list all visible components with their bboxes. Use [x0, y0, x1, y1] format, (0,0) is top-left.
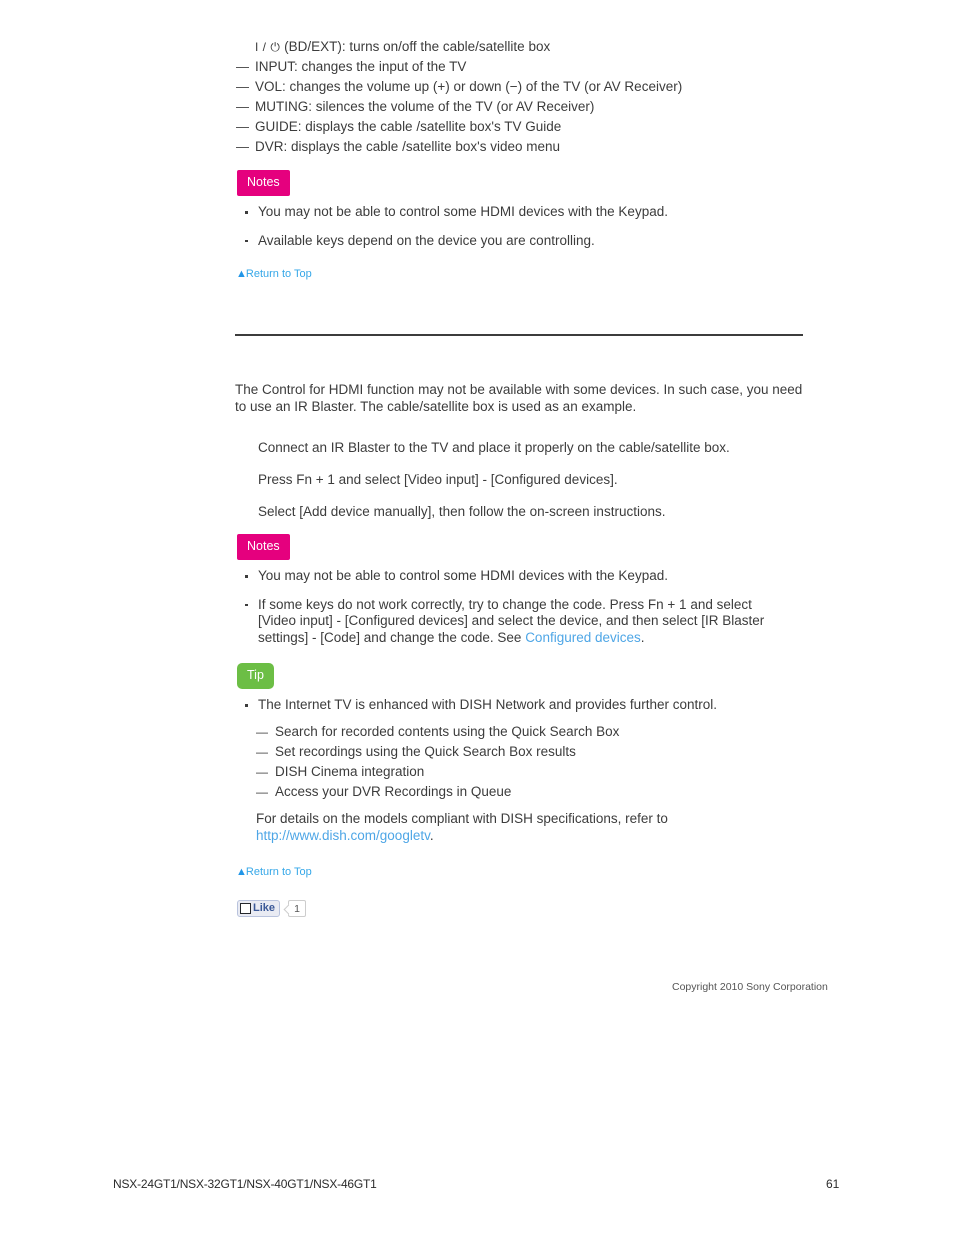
notes-1-list: You may not be able to control some HDMI…: [239, 204, 819, 249]
tip-sub-list: Search for recorded contents using the Q…: [256, 722, 816, 802]
notes-2-list-wrapper: You may not be able to control some HDMI…: [239, 568, 787, 658]
configured-devices-link[interactable]: Configured devices: [525, 630, 641, 645]
triangle-up-icon: ▲: [236, 268, 247, 280]
footer-model-numbers: NSX-24GT1/NSX-32GT1/NSX-40GT1/NSX-46GT1: [113, 1177, 377, 1191]
tip-badge-wrapper: Tip: [237, 663, 274, 689]
dish-details-wrapper: For details on the models compliant with…: [256, 810, 776, 844]
steps-list: Connect an IR Blaster to the TV and plac…: [235, 439, 815, 520]
copyright-text: Copyright 2010 Sony Corporation: [672, 981, 828, 993]
tip-list: The Internet TV is enhanced with DISH Ne…: [239, 697, 819, 714]
power-icon-text: I / ⏻: [255, 40, 281, 54]
list-item: Available keys depend on the device you …: [239, 233, 819, 250]
footer-page-number: 61: [826, 1177, 840, 1191]
list-item-vol: VOL: changes the volume up (+) or down (…: [235, 78, 815, 96]
list-item: Search for recorded contents using the Q…: [256, 722, 816, 742]
notes-badge-1-wrapper: Notes: [237, 170, 290, 196]
facebook-like-label: Like: [253, 902, 276, 914]
tip-sub-list-wrapper: Search for recorded contents using the Q…: [256, 722, 816, 802]
list-item: Access your DVR Recordings in Queue: [256, 782, 816, 802]
notes-1-list-wrapper: You may not be able to control some HDMI…: [239, 204, 819, 261]
note-text-before: If some keys do not work correctly, try …: [258, 596, 765, 645]
list-item-input: INPUT: changes the input of the TV: [235, 58, 815, 76]
key-functions-list: I / ⏻ (BD/EXT): turns on/off the cable/s…: [235, 38, 815, 156]
document-page: I / ⏻ (BD/EXT): turns on/off the cable/s…: [0, 0, 954, 1235]
dish-googletv-link[interactable]: http://www.dish.com/googletv: [256, 828, 430, 843]
list-item-dvr: DVR: displays the cable /satellite box's…: [235, 138, 815, 156]
list-item: Select [Add device manually], then follo…: [258, 504, 666, 519]
list-item: You may not be able to control some HDMI…: [239, 568, 787, 585]
list-item: Connect an IR Blaster to the TV and plac…: [258, 440, 730, 455]
list-item: If some keys do not work correctly, try …: [239, 597, 787, 647]
return-to-top-label: Return to Top: [245, 268, 312, 280]
list-item-muting: MUTING: silences the volume of the TV (o…: [235, 98, 815, 116]
return-to-top-2[interactable]: ▲Return to Top: [236, 862, 312, 880]
list-item: You may not be able to control some HDMI…: [239, 204, 819, 221]
steps-wrapper: Connect an IR Blaster to the TV and plac…: [235, 439, 815, 535]
list-item: Press Fn + 1 and select [Video input] - …: [258, 472, 618, 487]
notes-badge: Notes: [237, 534, 290, 560]
list-item-power: I / ⏻ (BD/EXT): turns on/off the cable/s…: [235, 38, 815, 56]
notes-badge-2-wrapper: Notes: [237, 534, 290, 560]
notes-2-list: You may not be able to control some HDMI…: [239, 568, 787, 646]
facebook-like-button[interactable]: Like: [237, 900, 281, 917]
intro-paragraph: The Control for HDMI function may not be…: [235, 382, 803, 414]
list-item: Set recordings using the Quick Search Bo…: [256, 742, 816, 762]
return-to-top-label: Return to Top: [245, 866, 312, 878]
facebook-like-widget: Like 1: [237, 900, 307, 917]
tip-badge: Tip: [237, 663, 274, 689]
dish-details-after: .: [429, 828, 434, 843]
thumbs-up-icon: [240, 903, 251, 914]
key-functions-list-section: I / ⏻ (BD/EXT): turns on/off the cable/s…: [235, 38, 815, 158]
return-to-top-1[interactable]: ▲Return to Top: [236, 264, 312, 282]
dish-details-before: For details on the models compliant with…: [256, 811, 668, 826]
list-item: DISH Cinema integration: [256, 762, 816, 782]
intro-paragraph-wrapper: The Control for HDMI function may not be…: [235, 381, 803, 415]
tip-list-wrapper: The Internet TV is enhanced with DISH Ne…: [239, 697, 819, 722]
note-text-after: .: [640, 629, 645, 645]
facebook-like-count[interactable]: 1: [288, 900, 307, 917]
list-item-guide: GUIDE: displays the cable /satellite box…: [235, 118, 815, 136]
section-divider: [235, 334, 803, 336]
notes-badge: Notes: [237, 170, 290, 196]
list-item: The Internet TV is enhanced with DISH Ne…: [239, 697, 819, 714]
dish-details-text: For details on the models compliant with…: [256, 810, 776, 844]
list-item-text: (BD/EXT): turns on/off the cable/satelli…: [280, 39, 551, 54]
triangle-up-icon: ▲: [236, 866, 247, 878]
